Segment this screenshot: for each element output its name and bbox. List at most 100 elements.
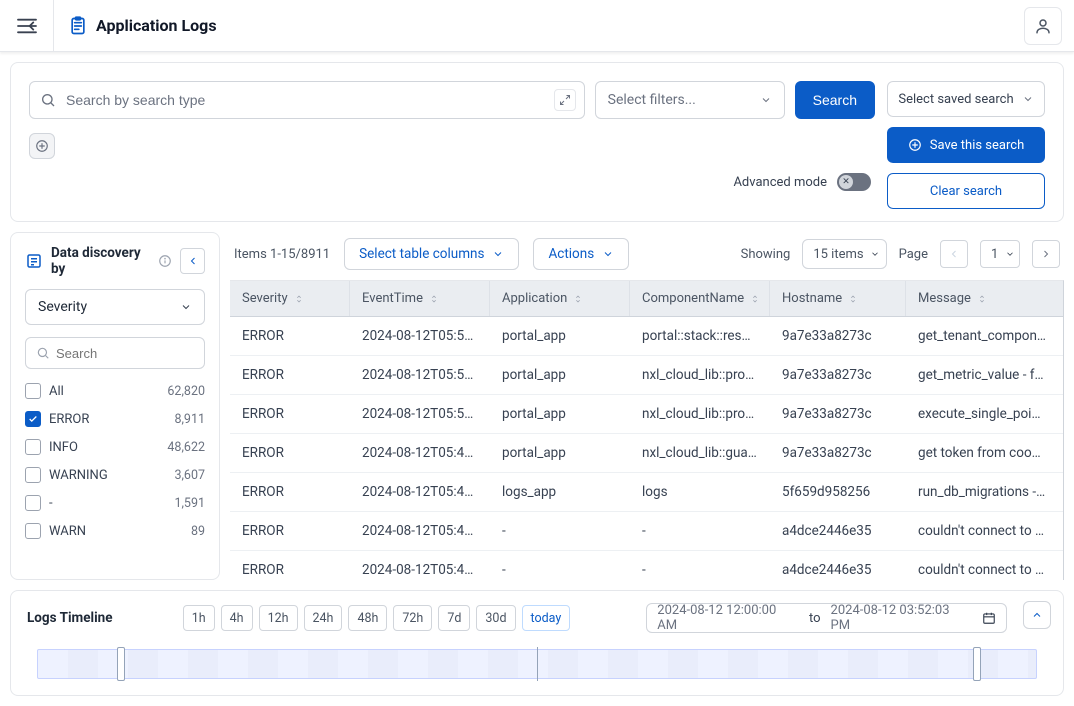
nav-toggle-button[interactable] bbox=[0, 0, 54, 52]
table-cell: 9a7e33a8273c bbox=[770, 317, 906, 355]
select-saved-search-button[interactable]: Select saved search bbox=[887, 81, 1045, 117]
toggle-knob: ✕ bbox=[839, 175, 853, 189]
table-cell: portal::stack::resources bbox=[630, 317, 770, 355]
table-row[interactable]: ERROR2024-08-12T05:46:39.2…--a4dce2446e3… bbox=[230, 512, 1063, 551]
range-button[interactable]: today bbox=[522, 605, 571, 631]
sort-icon bbox=[750, 293, 760, 305]
collapse-discovery-button[interactable] bbox=[180, 248, 205, 274]
search-icon bbox=[40, 92, 56, 108]
group-by-select[interactable]: Severity bbox=[25, 289, 205, 325]
table-row[interactable]: ERROR2024-08-12T05:46:41.3…logs_applogs5… bbox=[230, 473, 1063, 512]
timeline-brush[interactable] bbox=[27, 645, 1047, 683]
column-header[interactable]: Message bbox=[906, 281, 1063, 316]
range-button[interactable]: 72h bbox=[393, 605, 432, 631]
table-cell: - bbox=[490, 551, 630, 580]
search-panel: Select filters... Search Advanced mode ✕ bbox=[10, 62, 1064, 222]
chevron-down-icon bbox=[602, 248, 614, 260]
table-cell: nxl_cloud_lib::promethe… bbox=[630, 356, 770, 394]
facet-count: 3,607 bbox=[174, 468, 205, 483]
timeline-title: Logs Timeline bbox=[27, 610, 167, 626]
filters-select[interactable]: Select filters... bbox=[595, 81, 785, 119]
facet-row[interactable]: All62,820 bbox=[25, 383, 205, 399]
clear-search-button[interactable]: Clear search bbox=[887, 173, 1045, 209]
range-button[interactable]: 12h bbox=[259, 605, 298, 631]
info-icon[interactable] bbox=[158, 254, 172, 268]
column-header[interactable]: ComponentName bbox=[630, 281, 770, 316]
results-table: SeverityEventTimeApplicationComponentNam… bbox=[230, 280, 1064, 580]
facet-row[interactable]: WARNING 3,607 bbox=[25, 467, 205, 483]
page-title: Application Logs bbox=[96, 16, 217, 35]
chevron-down-icon bbox=[1022, 93, 1034, 105]
checkbox[interactable] bbox=[25, 439, 41, 455]
range-button[interactable]: 1h bbox=[183, 605, 215, 631]
collapse-timeline-button[interactable] bbox=[1023, 601, 1051, 629]
range-buttons: 1h4h12h24h48h72h7d30d today bbox=[183, 605, 571, 631]
date-range-picker[interactable]: 2024-08-12 12:00:00 AM to 2024-08-12 03:… bbox=[646, 603, 1007, 633]
facet-search-input[interactable] bbox=[56, 346, 194, 361]
facet-count: 89 bbox=[191, 524, 205, 539]
facet-row[interactable]: INFO48,622 bbox=[25, 439, 205, 455]
facet-label: - bbox=[49, 496, 166, 511]
range-button[interactable]: 30d bbox=[476, 605, 515, 631]
facet-count: 1,591 bbox=[174, 496, 205, 511]
brush-midline bbox=[537, 647, 538, 681]
table-row[interactable]: ERROR2024-08-12T05:56:12.7…portal_appnxl… bbox=[230, 395, 1063, 434]
table-row[interactable]: ERROR2024-08-12T05:56:12.7…portal_apppor… bbox=[230, 317, 1063, 356]
table-row[interactable]: ERROR2024-08-12T05:56:12.7…portal_appnxl… bbox=[230, 356, 1063, 395]
column-header[interactable]: Severity bbox=[230, 281, 350, 316]
chevron-down-icon bbox=[870, 249, 880, 259]
checkbox[interactable] bbox=[25, 383, 41, 399]
table-cell: a4dce2446e35 bbox=[770, 551, 906, 580]
prev-page-button[interactable] bbox=[940, 240, 968, 268]
showing-label: Showing bbox=[741, 247, 791, 262]
table-cell: 9a7e33a8273c bbox=[770, 356, 906, 394]
table-cell: get_metric_value - f… bbox=[906, 356, 1063, 394]
brush-handle-right[interactable] bbox=[973, 647, 981, 681]
column-header[interactable]: EventTime bbox=[350, 281, 490, 316]
table-cell: ERROR bbox=[230, 473, 350, 511]
search-input[interactable] bbox=[66, 92, 548, 108]
table-cell: 2024-08-12T05:49:12.8… bbox=[350, 434, 490, 472]
facet-row[interactable]: ERROR8,911 bbox=[25, 411, 205, 427]
range-button[interactable]: 7d bbox=[438, 605, 470, 631]
column-header[interactable]: Hostname bbox=[770, 281, 906, 316]
page-number-select[interactable]: 1 bbox=[980, 240, 1020, 268]
table-row[interactable]: ERROR2024-08-12T05:46:39.2…--a4dce2446e3… bbox=[230, 551, 1063, 580]
checkbox[interactable] bbox=[25, 523, 41, 539]
checkbox[interactable] bbox=[25, 467, 41, 483]
sort-icon bbox=[977, 293, 987, 305]
range-button[interactable]: 24h bbox=[304, 605, 343, 631]
facet-search[interactable] bbox=[25, 337, 205, 369]
search-button[interactable]: Search bbox=[795, 81, 875, 119]
facet-row[interactable]: WARN89 bbox=[25, 523, 205, 539]
table-header-row: SeverityEventTimeApplicationComponentNam… bbox=[230, 281, 1063, 317]
table-cell: portal_app bbox=[490, 434, 630, 472]
range-button[interactable]: 48h bbox=[348, 605, 387, 631]
brush-handle-left[interactable] bbox=[117, 647, 125, 681]
next-page-button[interactable] bbox=[1032, 240, 1060, 268]
facet-label: INFO bbox=[49, 440, 159, 455]
page-size-select[interactable]: 15 items bbox=[802, 239, 886, 269]
facet-row[interactable]: -1,591 bbox=[25, 495, 205, 511]
profile-button[interactable] bbox=[1024, 7, 1062, 45]
add-condition-button[interactable] bbox=[29, 133, 55, 159]
facet-label: WARNING bbox=[49, 468, 166, 483]
table-cell: a4dce2446e35 bbox=[770, 512, 906, 550]
column-header[interactable]: Application bbox=[490, 281, 630, 316]
checkbox[interactable] bbox=[25, 495, 41, 511]
sort-icon bbox=[848, 293, 858, 305]
date-from: 2024-08-12 12:00:00 AM bbox=[657, 603, 799, 633]
select-columns-button[interactable]: Select table columns bbox=[344, 238, 519, 270]
page-label: Page bbox=[899, 247, 928, 262]
table-row[interactable]: ERROR2024-08-12T05:49:12.8…portal_appnxl… bbox=[230, 434, 1063, 473]
checkbox[interactable] bbox=[25, 411, 41, 427]
expand-search-button[interactable] bbox=[554, 89, 576, 111]
search-input-container[interactable] bbox=[29, 81, 585, 119]
advanced-mode-toggle[interactable]: ✕ bbox=[837, 173, 871, 191]
save-search-button[interactable]: Save this search bbox=[887, 127, 1045, 163]
actions-button[interactable]: Actions bbox=[533, 238, 629, 270]
table-cell: 9a7e33a8273c bbox=[770, 434, 906, 472]
range-button[interactable]: 4h bbox=[221, 605, 253, 631]
chevron-down-icon bbox=[1005, 249, 1015, 259]
table-cell: couldn't connect to … bbox=[906, 551, 1063, 580]
